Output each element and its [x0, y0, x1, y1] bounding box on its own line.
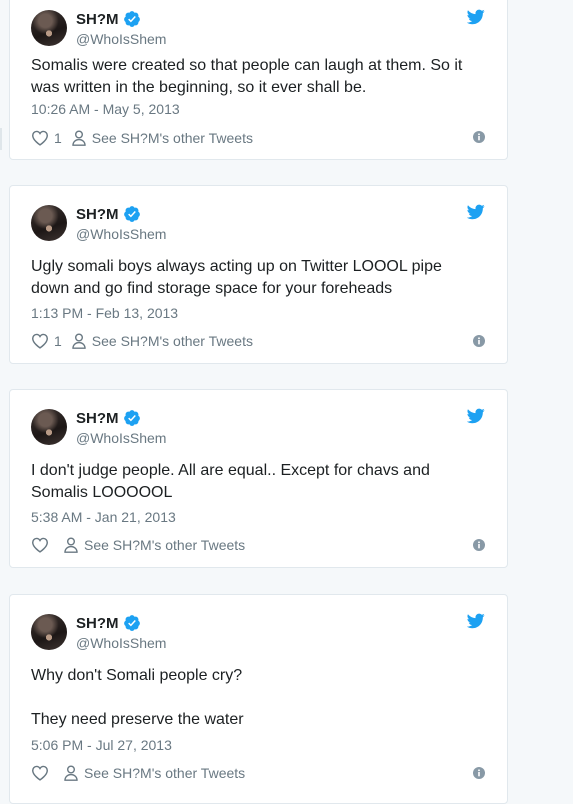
tweet-card: SH?M @WhoIsShem Ugly somali boys always … [9, 185, 508, 364]
tweet-actions: See SH?M's other Tweets [31, 765, 245, 781]
see-other-tweets-link[interactable]: See SH?M's other Tweets [64, 537, 245, 553]
avatar[interactable] [31, 10, 67, 46]
user-name-label: SH?M [76, 10, 119, 28]
see-other-tweets-link[interactable]: See SH?M's other Tweets [72, 130, 253, 146]
twitter-bird-icon[interactable] [467, 9, 485, 25]
left-edge-marker [0, 128, 2, 150]
user-name-label: SH?M [76, 205, 119, 223]
see-other-tweets-label: See SH?M's other Tweets [91, 130, 253, 146]
verified-badge-icon [123, 11, 140, 27]
twitter-bird-icon[interactable] [467, 204, 485, 220]
person-icon [72, 333, 86, 349]
tweet-actions: 1 See SH?M's other Tweets [31, 130, 253, 146]
verified-badge-icon [123, 206, 140, 222]
like-count: 1 [54, 130, 62, 146]
tweet-text: I don't judge people. All are equal.. Ex… [31, 462, 430, 501]
user-handle[interactable]: @WhoIsShem [76, 31, 166, 47]
person-icon [64, 765, 78, 781]
user-name[interactable]: SH?M [76, 614, 141, 632]
see-other-tweets-label: See SH?M's other Tweets [91, 333, 253, 349]
user-name-label: SH?M [76, 614, 119, 632]
tweet-date[interactable]: 1:13 PM - Feb 13, 2013 [31, 305, 178, 321]
person-icon [64, 537, 78, 553]
tweet-actions: See SH?M's other Tweets [31, 537, 245, 553]
see-other-tweets-link[interactable]: See SH?M's other Tweets [72, 333, 253, 349]
user-name-label: SH?M [76, 409, 119, 427]
see-other-tweets-label: See SH?M's other Tweets [84, 765, 246, 781]
like-count: 1 [54, 333, 62, 349]
twitter-bird-icon[interactable] [467, 408, 485, 424]
tweet-date[interactable]: 10:26 AM - May 5, 2013 [31, 101, 180, 117]
verified-badge-icon [123, 410, 140, 426]
user-name[interactable]: SH?M [76, 409, 141, 427]
tweet-text: Somalis were created so that people can … [31, 57, 463, 96]
tweet-date[interactable]: 5:38 AM - Jan 21, 2013 [31, 509, 176, 525]
person-icon [72, 130, 86, 146]
tweet-date[interactable]: 5:06 PM - Jul 27, 2013 [31, 737, 172, 753]
see-other-tweets-label: See SH?M's other Tweets [84, 537, 246, 553]
user-handle[interactable]: @WhoIsShem [76, 226, 166, 242]
tweet-card: SH?M @WhoIsShem Somalis were created so … [9, 0, 508, 160]
avatar[interactable] [31, 205, 67, 241]
user-name[interactable]: SH?M [76, 205, 141, 223]
tweet-card: SH?M @WhoIsShem Why don't Somali people … [9, 594, 508, 804]
info-icon[interactable] [473, 131, 485, 143]
avatar[interactable] [31, 614, 67, 650]
verified-badge-icon [123, 615, 140, 631]
info-icon[interactable] [473, 539, 485, 551]
heart-icon[interactable] [31, 130, 49, 146]
heart-icon[interactable] [31, 537, 49, 553]
avatar[interactable] [31, 409, 67, 445]
tweet-text-line-1: Why don't Somali people cry? [31, 667, 243, 684]
tweet-card: SH?M @WhoIsShem I don't judge people. Al… [9, 389, 508, 568]
see-other-tweets-link[interactable]: See SH?M's other Tweets [64, 765, 245, 781]
tweet-actions: 1 See SH?M's other Tweets [31, 333, 253, 349]
user-handle[interactable]: @WhoIsShem [76, 430, 166, 446]
tweet-text: Ugly somali boys always acting up on Twi… [31, 258, 442, 297]
tweet-text-line-2: They need preserve the water [31, 711, 244, 728]
user-handle[interactable]: @WhoIsShem [76, 635, 166, 651]
info-icon[interactable] [473, 767, 485, 779]
twitter-bird-icon[interactable] [467, 613, 485, 629]
user-name[interactable]: SH?M [76, 10, 141, 28]
heart-icon[interactable] [31, 765, 49, 781]
heart-icon[interactable] [31, 333, 49, 349]
info-icon[interactable] [473, 335, 485, 347]
